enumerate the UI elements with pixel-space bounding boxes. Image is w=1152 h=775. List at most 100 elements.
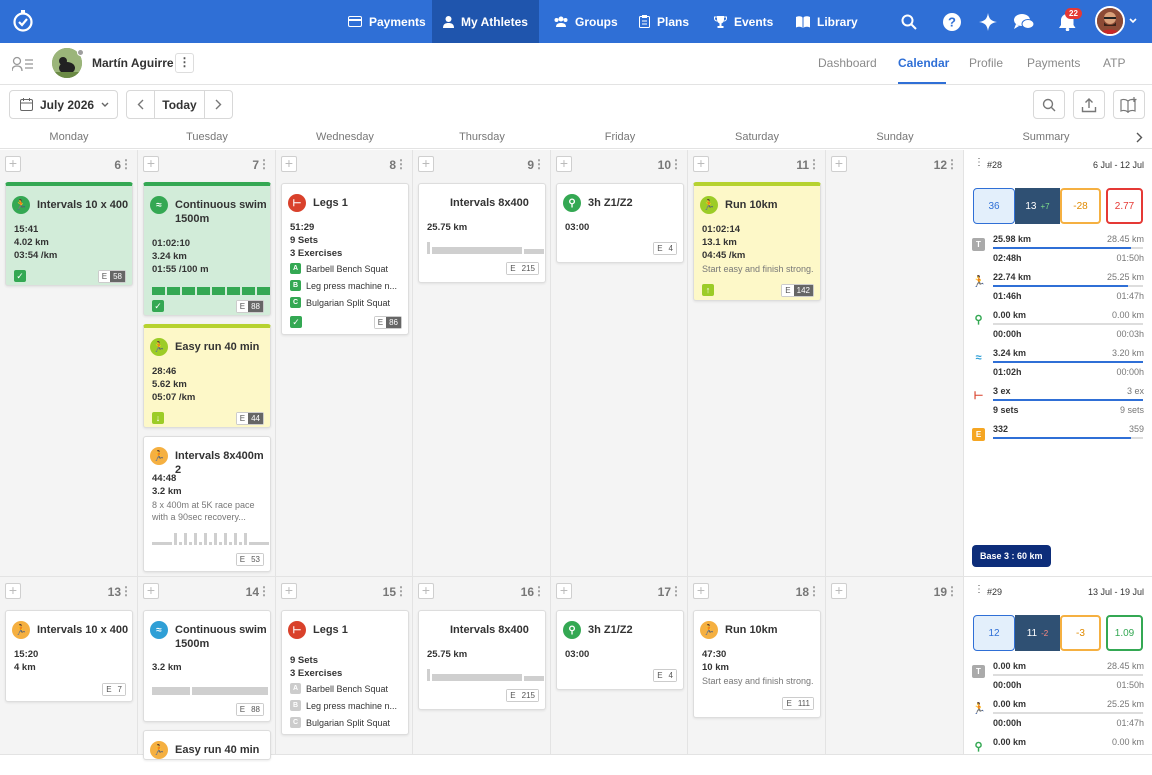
add-workout-button[interactable]: + [418,156,434,172]
day-menu-icon[interactable]: ⋮ [670,157,682,171]
workout-card[interactable]: Intervals 8x400 25.75 km E 215 [418,610,546,710]
workout-card[interactable]: 🏃 Run 10km 47:30 10 km Start easy and fi… [693,610,821,718]
day-menu-icon[interactable]: ⋮ [120,584,132,598]
athlete-menu-button[interactable]: ⋮ [175,53,194,73]
day-cell[interactable]: + 6 ⋮ 🏃 Intervals 10 x 400 15:41 4.02 km… [0,150,138,577]
day-menu-icon[interactable]: ⋮ [946,157,958,171]
next-week-button[interactable] [204,90,233,119]
workout-distance: 4 km [14,662,36,673]
tab-payments[interactable]: Payments [1027,56,1080,70]
workout-card[interactable]: 🏃 Intervals 10 x 400 15:20 4 km E7 [5,610,133,702]
add-workout-button[interactable]: + [143,583,159,599]
workout-card[interactable]: 🏃 Run 10km 01:02:14 13.1 km 04:45 /km St… [693,182,821,301]
add-workout-button[interactable]: + [556,156,572,172]
nav-plans[interactable]: Plans [639,0,689,43]
day-menu-icon[interactable]: ⋮ [395,157,407,171]
workout-card[interactable]: Intervals 8x400 25.75 km E 215 [418,183,546,283]
library-button[interactable] [1113,90,1145,119]
today-button[interactable]: Today [154,90,205,119]
chat-icon[interactable] [1013,11,1035,33]
add-workout-button[interactable]: + [693,583,709,599]
day-cell[interactable]: + 18 ⋮ 🏃 Run 10km 47:30 10 km Start easy… [688,577,826,755]
day-cell[interactable]: + 8 ⋮ ⊢ Legs 1 51:29 9 Sets 3 Exercises … [276,150,413,577]
workout-duration: 15:20 [14,649,39,660]
day-menu-icon[interactable]: ⋮ [670,584,682,598]
workout-card[interactable]: ≈ Continuous swim 1500m 01:02:10 3.24 km… [143,182,271,316]
day-menu-icon[interactable]: ⋮ [808,157,820,171]
day-menu-icon[interactable]: ⋮ [258,584,270,598]
day-menu-icon[interactable]: ⋮ [258,157,270,171]
export-button[interactable] [1073,90,1105,119]
day-cell[interactable]: + 7 ⋮ ≈ Continuous swim 1500m 01:02:10 3… [138,150,276,577]
effort-badge: E 88 [235,703,264,716]
phase-badge[interactable]: Base 3 : 60 km [972,545,1051,567]
workout-card[interactable]: ⚲ 3h Z1/Z2 03:00 E4 [556,183,684,263]
day-menu-icon[interactable]: ⋮ [946,584,958,598]
workout-card[interactable]: ⚲ 3h Z1/Z2 03:00 E4 [556,610,684,690]
day-cell[interactable]: + 11 ⋮ 🏃 Run 10km 01:02:14 13.1 km 04:45… [688,150,826,577]
chevron-right-icon[interactable] [1136,132,1143,143]
day-cell[interactable]: + 15 ⋮ ⊢ Legs 1 9 Sets 3 Exercises A Barb… [276,577,413,755]
add-workout-button[interactable]: + [5,156,21,172]
nav-groups[interactable]: Groups [554,0,618,43]
workout-card[interactable]: 🏃 Easy run 40 min 28:46 5.62 km 05:07 /k… [143,324,271,428]
day-menu-icon[interactable]: ⋮ [533,584,545,598]
add-workout-button[interactable]: + [5,583,21,599]
tab-profile[interactable]: Profile [969,56,1003,70]
user-icon [443,15,455,28]
trophy-icon [714,16,727,28]
search-icon[interactable] [898,11,920,33]
strength-icon: ⊢ [972,390,985,403]
day-cell[interactable]: + 9 ⋮ Intervals 8x400 25.75 km E 215 [413,150,551,577]
day-cell[interactable]: + 19 ⋮ [826,577,964,755]
week-menu-icon[interactable]: ⋮ [974,157,984,168]
workout-card[interactable]: ⊢ Legs 1 9 Sets 3 Exercises A Barbell Ben… [281,610,409,735]
search-button[interactable] [1033,90,1065,119]
day-menu-icon[interactable]: ⋮ [395,584,407,598]
day-menu-icon[interactable]: ⋮ [808,584,820,598]
day-cell[interactable]: + 13 ⋮ 🏃 Intervals 10 x 400 15:20 4 km E… [0,577,138,755]
add-workout-button[interactable]: + [831,156,847,172]
workout-card[interactable]: 🏃 Intervals 8x400m 2 44:48 3.2 km 8 x 40… [143,436,271,572]
workout-card[interactable]: 🏃 Easy run 40 min [143,730,271,760]
add-workout-button[interactable]: + [143,156,159,172]
add-workout-button[interactable]: + [556,583,572,599]
day-cell[interactable]: + 10 ⋮ ⚲ 3h Z1/Z2 03:00 E4 [551,150,688,577]
tab-dashboard[interactable]: Dashboard [818,56,877,70]
chevron-down-icon[interactable] [1129,18,1137,24]
day-cell[interactable]: + 12 ⋮ [826,150,964,577]
nav-library[interactable]: Library [796,0,858,43]
workout-card[interactable]: 🏃 Intervals 10 x 400 15:41 4.02 km 03:54… [5,182,133,286]
day-cell[interactable]: + 16 ⋮ Intervals 8x400 25.75 km E 215 [413,577,551,755]
help-icon[interactable]: ? [941,11,963,33]
day-cell[interactable]: + 17 ⋮ ⚲ 3h Z1/Z2 03:00 E4 [551,577,688,755]
user-avatar[interactable] [1095,6,1125,36]
summary-row-bike: ⚲ 0.00 km 0.00 km 00:00h 00:03h [972,310,1144,348]
day-menu-icon[interactable]: ⋮ [120,157,132,171]
workout-distance: 25.75 km [427,222,468,233]
app-logo-icon[interactable] [12,10,34,32]
tab-calendar[interactable]: Calendar [898,56,949,70]
nav-payments[interactable]: Payments [348,0,426,43]
add-workout-button[interactable]: + [831,583,847,599]
prev-week-button[interactable] [126,90,155,119]
week-menu-icon[interactable]: ⋮ [974,584,984,595]
athlete-list-icon[interactable] [12,56,34,72]
run-icon: 🏃 [150,338,168,356]
month-picker[interactable]: July 2026 [9,90,118,119]
workout-distance: 3.2 km [152,662,182,673]
add-workout-button[interactable]: + [281,156,297,172]
calendar-toolbar: July 2026 Today [0,85,1152,125]
nav-my-athletes[interactable]: My Athletes [432,0,539,43]
add-workout-button[interactable]: + [693,156,709,172]
sparkle-icon[interactable] [977,11,999,33]
workout-card[interactable]: ⊢ Legs 1 51:29 9 Sets 3 Exercises A Barbe… [281,183,409,335]
add-workout-button[interactable]: + [281,583,297,599]
day-cell[interactable]: + 14 ⋮ ≈ Continuous swim 1500m 3.2 km E8… [138,577,276,760]
effort-badge: E 142 [781,284,814,297]
add-workout-button[interactable]: + [418,583,434,599]
day-menu-icon[interactable]: ⋮ [533,157,545,171]
tab-atp[interactable]: ATP [1103,56,1125,70]
workout-card[interactable]: ≈ Continuous swim 1500m 3.2 km E 88 [143,610,271,722]
nav-events[interactable]: Events [714,0,773,43]
